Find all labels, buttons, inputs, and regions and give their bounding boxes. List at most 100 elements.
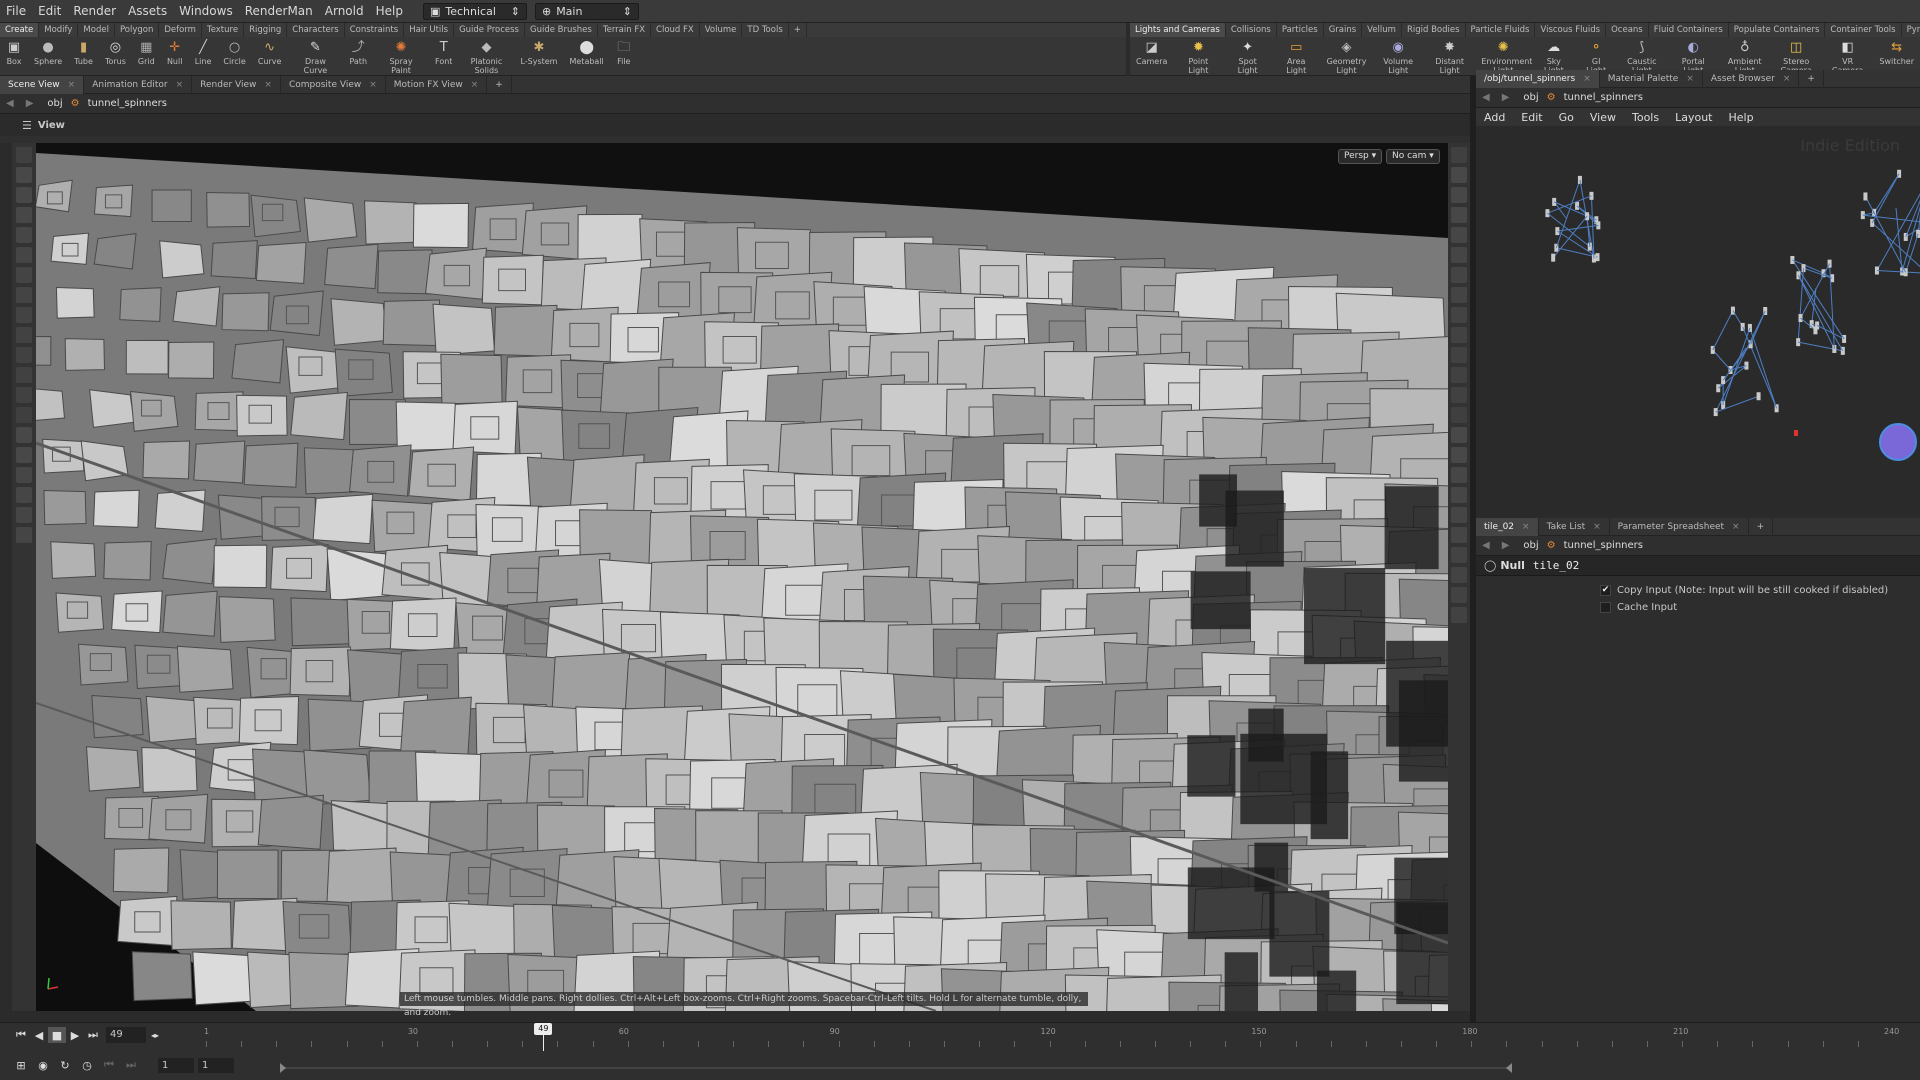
camera-view-icon[interactable]	[1451, 227, 1467, 243]
shelf-tab-texture[interactable]: Texture	[202, 23, 245, 37]
select-icon[interactable]	[16, 147, 32, 163]
shelf-tab-container-tools[interactable]: Container Tools	[1825, 23, 1902, 37]
sculpt-icon[interactable]	[16, 487, 32, 503]
clock-icon[interactable]: ◷	[78, 1057, 96, 1073]
display-options-icon[interactable]	[1451, 147, 1467, 163]
parm-checkbox[interactable]	[1600, 602, 1611, 613]
shelf-tab-volume[interactable]: Volume	[700, 23, 743, 37]
menu-assets[interactable]: Assets	[122, 4, 173, 18]
backface-icon[interactable]	[1451, 307, 1467, 323]
close-icon[interactable]: ×	[1686, 74, 1694, 84]
shelf-tab-pyro-fx[interactable]: Pyro FX	[1902, 23, 1920, 37]
play-icon[interactable]: ▶	[66, 1027, 84, 1043]
ghost-icon[interactable]	[1451, 527, 1467, 543]
view-icon[interactable]	[16, 267, 32, 283]
uv-icon[interactable]	[1451, 367, 1467, 383]
jump-start-icon[interactable]: ⏮	[12, 1027, 30, 1043]
menu-arnold[interactable]: Arnold	[319, 4, 370, 18]
frame-ruler[interactable]: 1 30 60 90 120 150 180 210 240 49	[204, 1023, 1899, 1053]
dope-icon[interactable]	[16, 327, 32, 343]
flip-icon[interactable]	[16, 447, 32, 463]
node[interactable]	[1756, 392, 1761, 401]
parm-path-root[interactable]: obj	[1515, 540, 1546, 551]
rotate-icon[interactable]	[16, 187, 32, 203]
parm-path-node[interactable]: tunnel_spinners	[1556, 540, 1651, 551]
tool-file[interactable]: 🗀 File	[610, 39, 638, 67]
3d-viewport[interactable]: Persp ▾ No cam ▾	[36, 143, 1448, 1011]
path-root[interactable]: obj	[39, 98, 70, 109]
shelf-tab-particles[interactable]: Particles	[1277, 23, 1324, 37]
node[interactable]	[1545, 209, 1550, 218]
node[interactable]	[1552, 197, 1557, 206]
menu-render[interactable]: Render	[67, 4, 122, 18]
persp-icon[interactable]	[16, 427, 32, 443]
tab-motion-fx-view[interactable]: Motion FX View ×	[386, 75, 488, 94]
tool-curve[interactable]: ∿ Curve	[252, 39, 288, 67]
shading-icon[interactable]	[1451, 267, 1467, 283]
net-menu-view[interactable]: View	[1582, 111, 1624, 124]
ghost-icon[interactable]	[1451, 167, 1467, 183]
tool-camera[interactable]: ◪ Camera	[1130, 39, 1173, 67]
tab-tile-02[interactable]: tile_02 ×	[1476, 517, 1539, 536]
parm-checkbox[interactable]: ✔	[1600, 585, 1611, 596]
tab-asset-browser[interactable]: Asset Browser ×	[1703, 69, 1800, 88]
step-icon[interactable]: ◂▸	[146, 1027, 164, 1043]
pose-icon[interactable]	[16, 287, 32, 303]
tool-null[interactable]: ✛ Null	[161, 39, 189, 67]
info-icon[interactable]	[1451, 467, 1467, 483]
tumble-icon[interactable]	[16, 367, 32, 383]
selected-node[interactable]	[1879, 423, 1917, 461]
light-icon[interactable]	[1451, 247, 1467, 263]
shelf-tab-hair-utils[interactable]: Hair Utils	[404, 23, 455, 37]
shelf-tab-particle-fluids[interactable]: Particle Fluids	[1466, 23, 1536, 37]
tab-material-palette[interactable]: Material Palette ×	[1600, 69, 1703, 88]
tool-point-light[interactable]: ✹ Point Light	[1173, 39, 1223, 76]
close-icon[interactable]: ×	[1583, 74, 1591, 84]
scale-icon[interactable]	[16, 207, 32, 223]
shelf-tab-grains[interactable]: Grains	[1324, 23, 1363, 37]
playhead[interactable]: 49	[534, 1023, 553, 1035]
menu-help[interactable]: Help	[370, 4, 409, 18]
tool-l-system[interactable]: ✱ L-System	[514, 39, 563, 67]
close-icon[interactable]: ×	[1522, 522, 1530, 532]
add-shelf-icon[interactable]: +	[789, 23, 807, 37]
help-icon[interactable]	[1451, 487, 1467, 503]
add-tab-icon[interactable]: +	[1749, 517, 1774, 536]
viewer-menu-icon[interactable]: ☰	[0, 119, 38, 132]
net-menu-go[interactable]: Go	[1551, 111, 1582, 124]
tab-render-view[interactable]: Render View ×	[192, 75, 281, 94]
tool-font[interactable]: T Font	[429, 39, 458, 67]
handle-icon[interactable]	[16, 227, 32, 243]
tool-path[interactable]: ⤴ Path	[343, 39, 373, 67]
shelf-tab-fluid-containers[interactable]: Fluid Containers	[1649, 23, 1729, 37]
camera-menu[interactable]: No cam ▾	[1386, 149, 1440, 164]
snap-icon[interactable]	[1451, 567, 1467, 583]
path-node[interactable]: tunnel_spinners	[80, 98, 175, 109]
net-menu-layout[interactable]: Layout	[1667, 111, 1720, 124]
play-reverse-icon[interactable]: ◀	[30, 1027, 48, 1043]
shelf-tab-model[interactable]: Model	[78, 23, 115, 37]
menu-windows[interactable]: Windows	[173, 4, 239, 18]
desktop-selector[interactable]: ▣ Technical ⇕	[422, 2, 527, 20]
shelf-tab-deform[interactable]: Deform	[159, 23, 202, 37]
close-icon[interactable]: ×	[1593, 522, 1601, 532]
net-menu-help[interactable]: Help	[1721, 111, 1762, 124]
shelf-tab-constraints[interactable]: Constraints	[345, 23, 405, 37]
tool-spot-light[interactable]: ✦ Spot Light	[1223, 39, 1271, 76]
close-icon[interactable]: ×	[68, 80, 76, 90]
shelf-tab-vellum[interactable]: Vellum	[1362, 23, 1402, 37]
forward-icon[interactable]: ▶	[1496, 540, 1516, 551]
shelf-tab-create[interactable]: Create	[0, 23, 40, 37]
shelf-tab-guide-process[interactable]: Guide Process	[454, 23, 525, 37]
key-prev-icon[interactable]: ⏮	[100, 1057, 118, 1073]
shelf-tab-populate-containers[interactable]: Populate Containers	[1729, 23, 1826, 37]
current-frame-field[interactable]: 49	[106, 1027, 146, 1043]
close-icon[interactable]: ×	[176, 80, 184, 90]
dolly-icon[interactable]	[16, 387, 32, 403]
camera-view-icon[interactable]	[1451, 587, 1467, 603]
tool-draw-curve[interactable]: ✎ Draw Curve	[287, 39, 343, 76]
network-editor[interactable]: Indie Edition	[1476, 128, 1920, 516]
flipbook-icon[interactable]	[1451, 447, 1467, 463]
node-error[interactable]	[1794, 430, 1798, 436]
start-frame-field[interactable]: 1	[158, 1057, 194, 1073]
